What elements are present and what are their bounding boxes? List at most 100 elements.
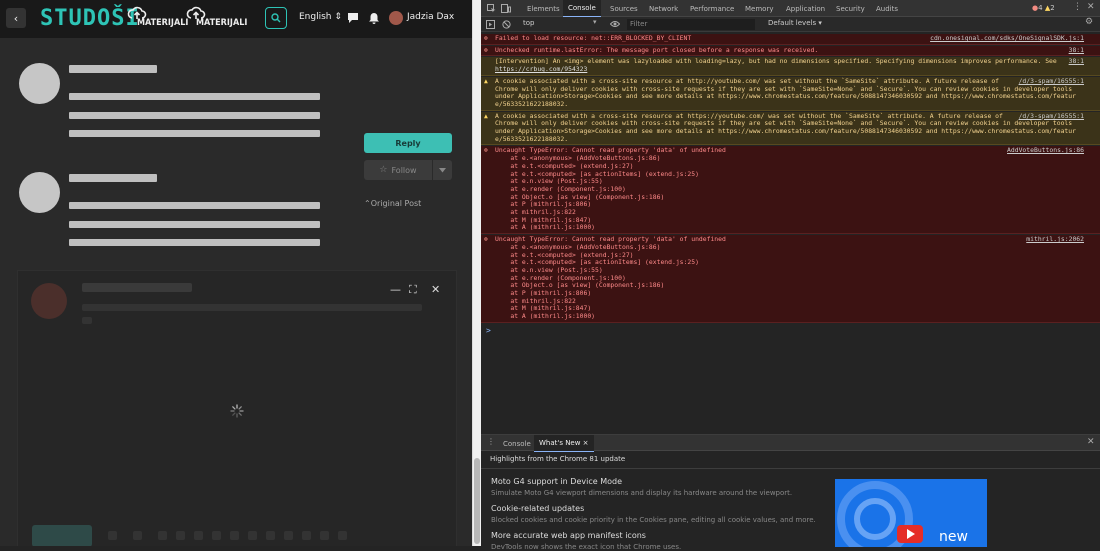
whats-new-item-title[interactable]: Moto G4 support in Device Mode [491, 477, 622, 486]
user-name[interactable]: Jadzia Dax [407, 12, 454, 22]
nav-materijali-2[interactable]: MATERIJALI [186, 5, 247, 31]
language-label: English [299, 12, 332, 22]
error-icon: ⊗ [484, 45, 488, 54]
caret-down-icon[interactable]: ▾ [593, 18, 597, 26]
toolbar-icon[interactable] [133, 531, 142, 540]
console-warning-message[interactable]: ▲ A cookie associated with a cross-site r… [481, 111, 1100, 146]
toolbar-icon[interactable] [302, 531, 311, 540]
submit-reply-button[interactable] [32, 525, 92, 546]
more-options-icon[interactable]: ⋮ [1073, 2, 1082, 12]
devtools-tab-application[interactable]: Application [781, 0, 830, 17]
reply-composer: — ⛶ ✕ [17, 270, 457, 546]
toolbar-icon[interactable] [338, 531, 347, 540]
message-line: at A (mithril.js:1000) [495, 223, 596, 232]
console-error-message[interactable]: ⊗ Uncaught TypeError: Cannot read propert… [481, 235, 1100, 323]
message-text: A cookie associated with a cross-site re… [495, 77, 1084, 109]
chat-icon[interactable] [346, 11, 360, 25]
devtools-tab-performance[interactable]: Performance [685, 0, 739, 17]
follow-dropdown-button[interactable] [433, 160, 452, 180]
clear-console-icon[interactable] [502, 20, 511, 29]
issue-counts[interactable]: ●4 ▲2 [1032, 4, 1055, 12]
placeholder-line [69, 239, 320, 246]
double-chevron-up-icon: ⌃ [364, 199, 371, 208]
toolbar-icon[interactable] [320, 531, 329, 540]
toolbar-icon[interactable] [108, 531, 117, 540]
context-selector[interactable]: top [523, 19, 534, 27]
minimize-icon[interactable]: — [390, 283, 401, 296]
devtools-tab-audits[interactable]: Audits [871, 0, 903, 17]
message-line: Unchecked runtime.lastError: The message… [495, 45, 819, 54]
site-header: ‹ STUDOŠI MATERIJALI MATERIJALI English … [0, 0, 472, 38]
drawer-tab-console[interactable]: Console [498, 435, 536, 452]
whats-new-item-title[interactable]: Cookie-related updates [491, 504, 584, 513]
console-error-message[interactable]: ⊗ Unchecked runtime.lastError: The messag… [481, 45, 1100, 57]
device-toolbar-icon[interactable] [501, 4, 511, 13]
toolbar-icon[interactable] [158, 531, 167, 540]
page-scrollbar[interactable] [472, 0, 481, 546]
sidebar-toggle-icon[interactable] [486, 20, 495, 29]
message-source-link[interactable]: /d/3-spam/16555:1 [1019, 112, 1084, 121]
whats-new-item-desc: DevTools now shows the exact icon that C… [491, 543, 682, 551]
original-post-link[interactable]: ⌃Original Post [364, 199, 421, 208]
divider [481, 468, 1100, 469]
drawer-menu-icon[interactable]: ⋮ [487, 437, 495, 446]
toolbar-icon[interactable] [248, 531, 257, 540]
devtools-tab-console[interactable]: Console [563, 0, 601, 17]
message-link[interactable]: https://crbug.com/954323 [495, 65, 1084, 74]
back-button[interactable]: ‹ [6, 8, 26, 28]
message-source-link[interactable]: mithril.js:2062 [1026, 235, 1084, 244]
message-text: Uncaught TypeError: Cannot read property… [495, 235, 1084, 321]
console-filter-input[interactable]: Filter [627, 19, 755, 30]
promo-text: new [939, 529, 968, 545]
devtools-tab-security[interactable]: Security [831, 0, 870, 17]
nav-materijali-1[interactable]: MATERIJALI [127, 5, 188, 31]
toolbar-icon[interactable] [212, 531, 221, 540]
devtools-tab-sources[interactable]: Sources [605, 0, 643, 17]
message-source-link[interactable]: /d/3-spam/16555:1 [1019, 77, 1084, 86]
devtools-tab-memory[interactable]: Memory [740, 0, 778, 17]
message-source-link[interactable]: cdn.onesignal.com/sdks/OneSignalSDK.js:1 [930, 34, 1084, 43]
log-levels-dropdown[interactable]: Default levels ▾ [768, 19, 822, 27]
scrollbar-thumb[interactable] [474, 458, 480, 544]
user-avatar[interactable] [389, 11, 403, 25]
language-selector[interactable]: English ⇕ [299, 12, 342, 22]
message-source-link[interactable]: 38:1 [1069, 58, 1084, 66]
toolbar-icon[interactable] [176, 531, 185, 540]
message-line: e/5633521622188032. [495, 134, 569, 143]
message-source-link[interactable]: AddVoteButtons.js:86 [1007, 147, 1084, 155]
devtools-tab-elements[interactable]: Elements [522, 0, 565, 17]
reply-button[interactable]: Reply [364, 133, 452, 153]
whats-new-item-title[interactable]: More accurate web app manifest icons [491, 531, 646, 540]
search-button[interactable] [265, 7, 287, 29]
toolbar-icon[interactable] [230, 531, 239, 540]
console-warning-message[interactable]: [Intervention] An <img> element was lazy… [481, 57, 1100, 76]
console-prompt[interactable]: > [486, 326, 491, 335]
inspect-element-icon[interactable] [487, 4, 496, 13]
whats-new-promo-image[interactable]: new [835, 479, 987, 547]
console-warning-message[interactable]: ▲ A cookie associated with a cross-site r… [481, 76, 1100, 111]
drawer-tab-whats-new[interactable]: What's New × [534, 435, 594, 452]
console-error-message[interactable]: ⊗ Uncaught TypeError: Cannot read propert… [481, 146, 1100, 235]
console-toolbar: top ▾ Filter Default levels ▾ ⚙ [481, 17, 1100, 32]
fullscreen-icon[interactable]: ⛶ [409, 283, 417, 297]
error-icon: ⊗ [484, 146, 488, 155]
console-error-message[interactable]: ⊗ Failed to load resource: net::ERR_BLOCK… [481, 34, 1100, 45]
site-logo[interactable]: STUDOŠI [40, 6, 140, 31]
close-drawer-icon[interactable]: ✕ [1087, 437, 1095, 447]
toolbar-icon[interactable] [284, 531, 293, 540]
placeholder-line [69, 112, 320, 119]
toolbar-icon[interactable] [194, 531, 203, 540]
follow-button[interactable]: ☆ Follow [364, 160, 432, 180]
devtools-tab-network[interactable]: Network [644, 0, 683, 17]
gear-icon[interactable]: ⚙ [1085, 17, 1093, 27]
placeholder-line [69, 174, 157, 182]
warning-icon: ▲ [484, 76, 488, 85]
bell-icon[interactable] [367, 11, 381, 25]
composer-text-dim [82, 317, 92, 324]
message-line: at P (mithril.js:806) [495, 200, 592, 209]
toolbar-icon[interactable] [266, 531, 275, 540]
close-devtools-icon[interactable]: ✕ [1087, 2, 1095, 12]
message-source-link[interactable]: 38:1 [1069, 46, 1084, 55]
eye-icon[interactable] [610, 20, 620, 28]
close-icon[interactable]: ✕ [431, 283, 440, 296]
